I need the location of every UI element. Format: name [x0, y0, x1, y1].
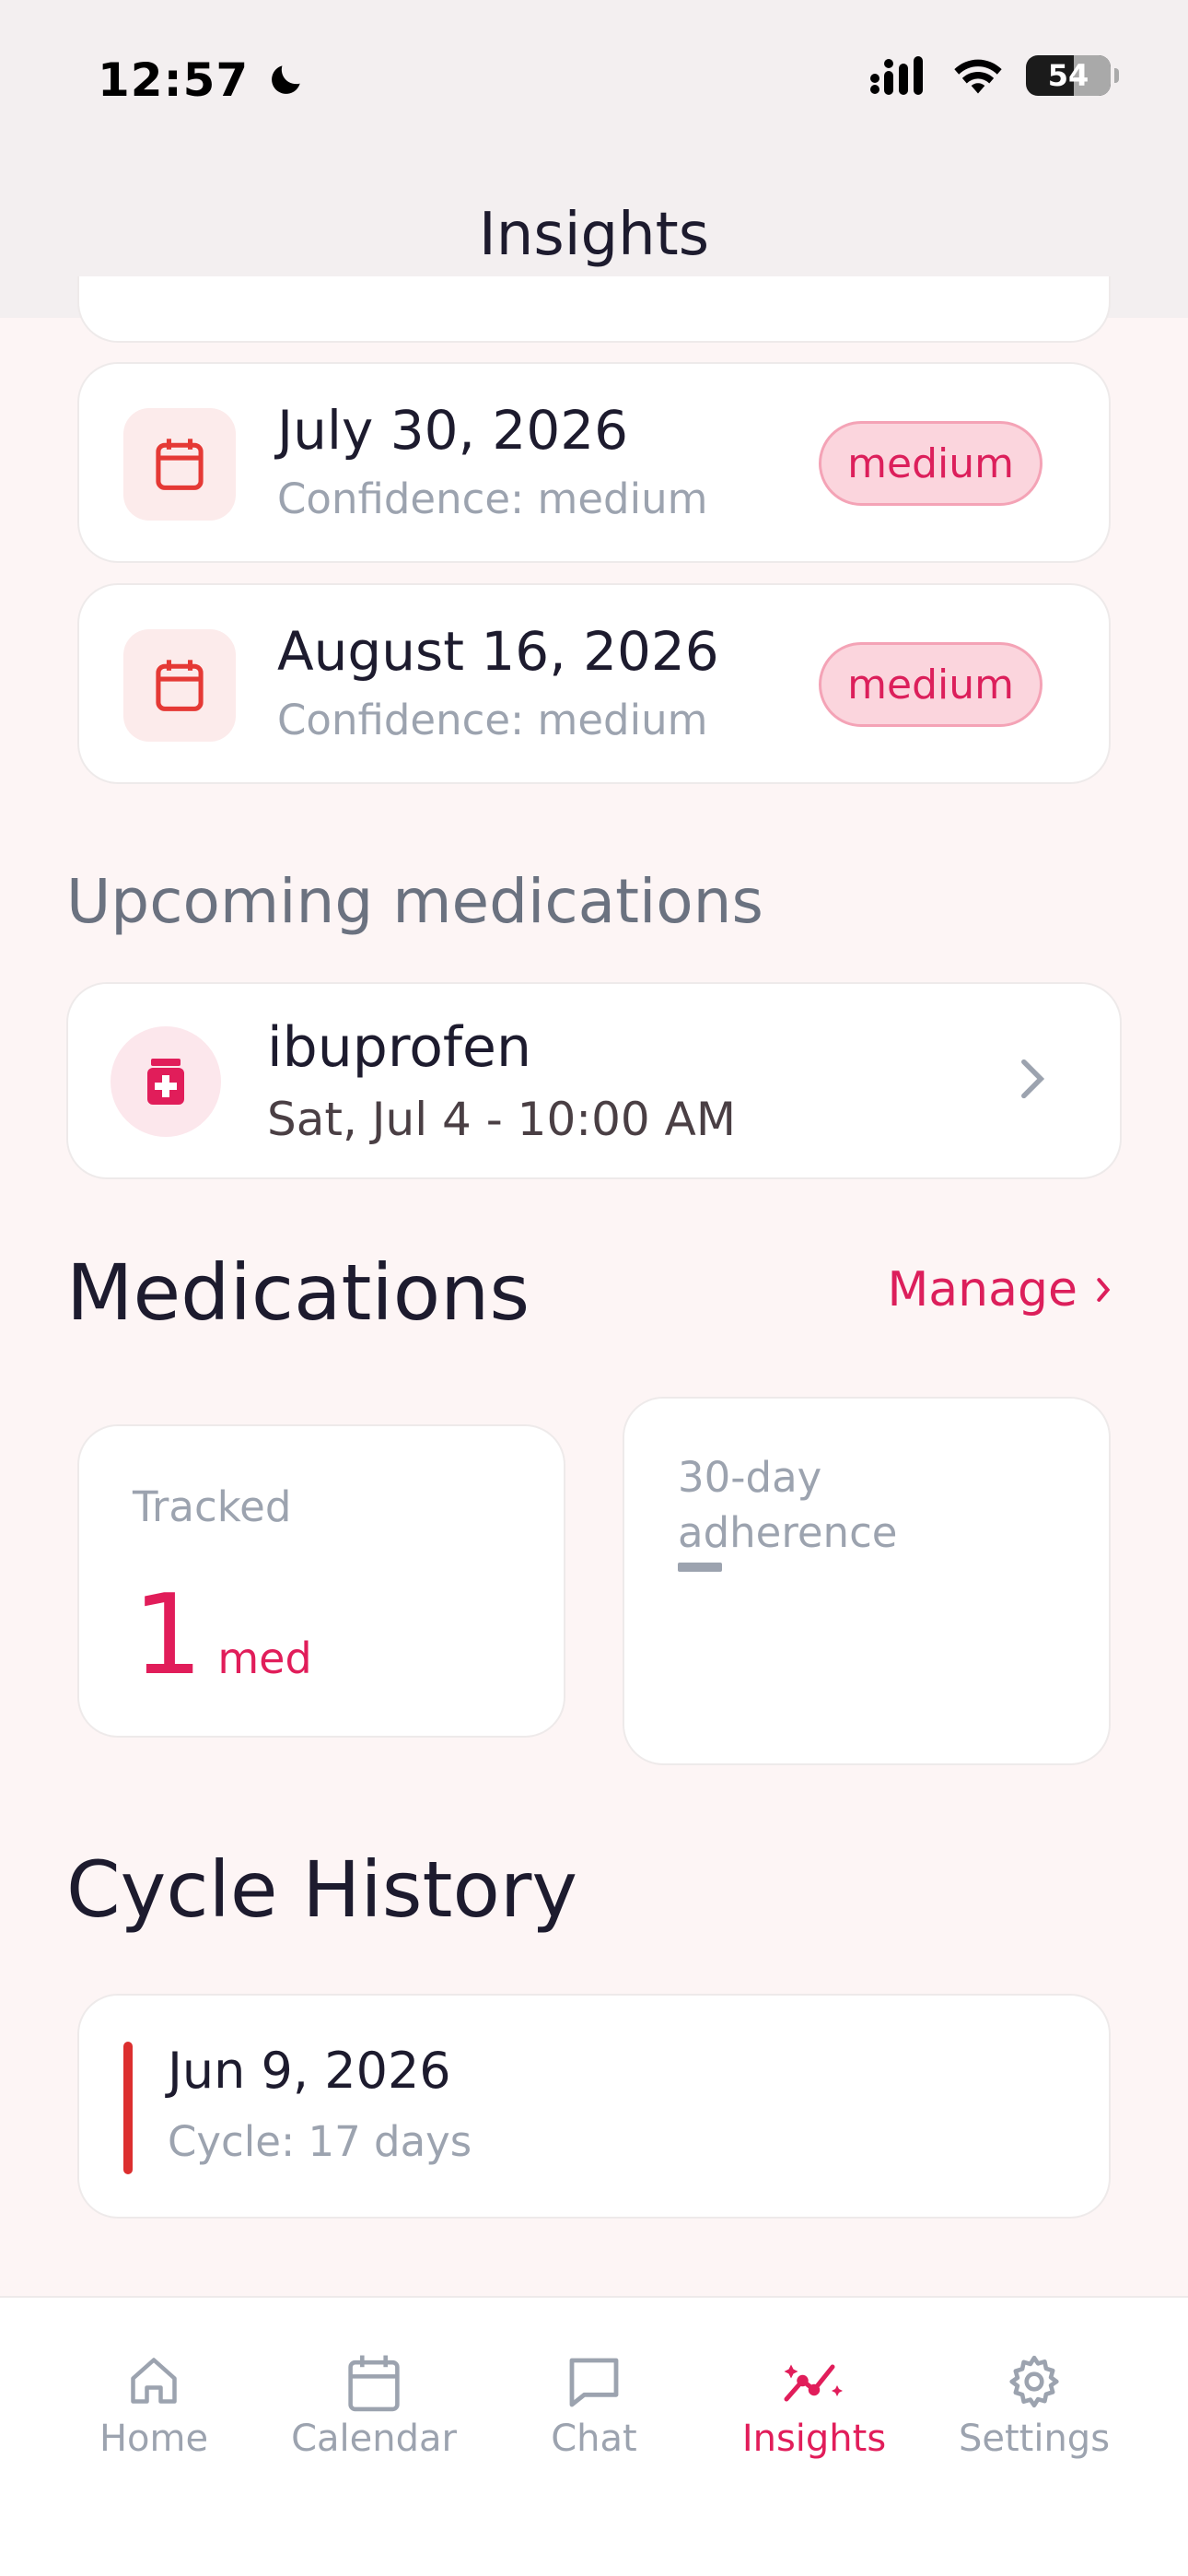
tab-bar: Home Calendar Chat Insights Settings — [0, 2296, 1188, 2576]
calendar-icon — [123, 629, 236, 742]
page-title: Insights — [478, 201, 710, 269]
calendar-icon — [263, 2353, 484, 2414]
cellular-signal-icon — [870, 56, 923, 95]
prediction-date: July 30, 2026 — [277, 399, 629, 462]
prediction-card[interactable]: July 30, 2026 Confidence: medium medium — [77, 362, 1111, 563]
chat-icon — [483, 2353, 705, 2412]
cycle-history-item[interactable]: Jun 9, 2026 Cycle: 17 days — [77, 1994, 1111, 2219]
battery-indicator: 54 — [1026, 55, 1119, 96]
tab-insights[interactable]: Insights — [704, 2298, 925, 2482]
pill-bottle-icon — [111, 1026, 221, 1137]
prediction-card[interactable]: August 16, 2026 Confidence: medium mediu… — [77, 583, 1111, 784]
chevron-right-icon — [1021, 1059, 1045, 1099]
confidence-badge: medium — [819, 421, 1042, 506]
medication-name: ibuprofen — [267, 1015, 531, 1080]
cycle-length: Cycle: 17 days — [168, 2117, 472, 2166]
tracked-label: Tracked — [133, 1482, 292, 1531]
manage-link[interactable]: Manage — [887, 1262, 1111, 1317]
tracked-value: 1 med — [133, 1572, 312, 1700]
tab-settings[interactable]: Settings — [924, 2298, 1145, 2482]
adherence-stat-card: 30-day adherence — — [623, 1397, 1111, 1765]
tab-chat[interactable]: Chat — [483, 2298, 705, 2482]
cycle-start-date: Jun 9, 2026 — [168, 2042, 451, 2100]
cycle-indicator-bar — [123, 2042, 133, 2174]
tracked-stat-card: Tracked 1 med — [77, 1424, 565, 1738]
insights-icon — [704, 2353, 925, 2408]
calendar-icon — [123, 408, 236, 521]
home-icon — [43, 2353, 264, 2408]
moon-icon — [271, 65, 300, 94]
status-time: 12:57 — [98, 53, 307, 107]
chevron-right-icon — [1097, 1278, 1111, 1302]
tab-calendar[interactable]: Calendar — [263, 2298, 484, 2482]
confidence-badge: medium — [819, 642, 1042, 727]
medication-time: Sat, Jul 4 - 10:00 AM — [267, 1093, 736, 1146]
prediction-date: August 16, 2026 — [277, 620, 719, 683]
gear-icon — [924, 2353, 1145, 2410]
cycle-history-title: Cycle History — [66, 1844, 578, 1935]
tab-home[interactable]: Home — [43, 2298, 264, 2482]
adherence-label: 30-day adherence — [678, 1453, 898, 1557]
prediction-card-clipped[interactable] — [77, 276, 1111, 343]
prediction-confidence: Confidence: medium — [277, 474, 708, 523]
adherence-value-dash — [678, 1563, 722, 1572]
wifi-icon — [954, 59, 1002, 94]
prediction-confidence: Confidence: medium — [277, 696, 708, 744]
upcoming-medications-title: Upcoming medications — [66, 866, 763, 937]
medications-title: Medications — [66, 1247, 530, 1338]
status-bar: 12:57 54 — [0, 0, 1188, 157]
status-indicators: 54 — [869, 55, 1119, 96]
upcoming-medication-item[interactable]: ibuprofen Sat, Jul 4 - 10:00 AM — [66, 982, 1122, 1179]
